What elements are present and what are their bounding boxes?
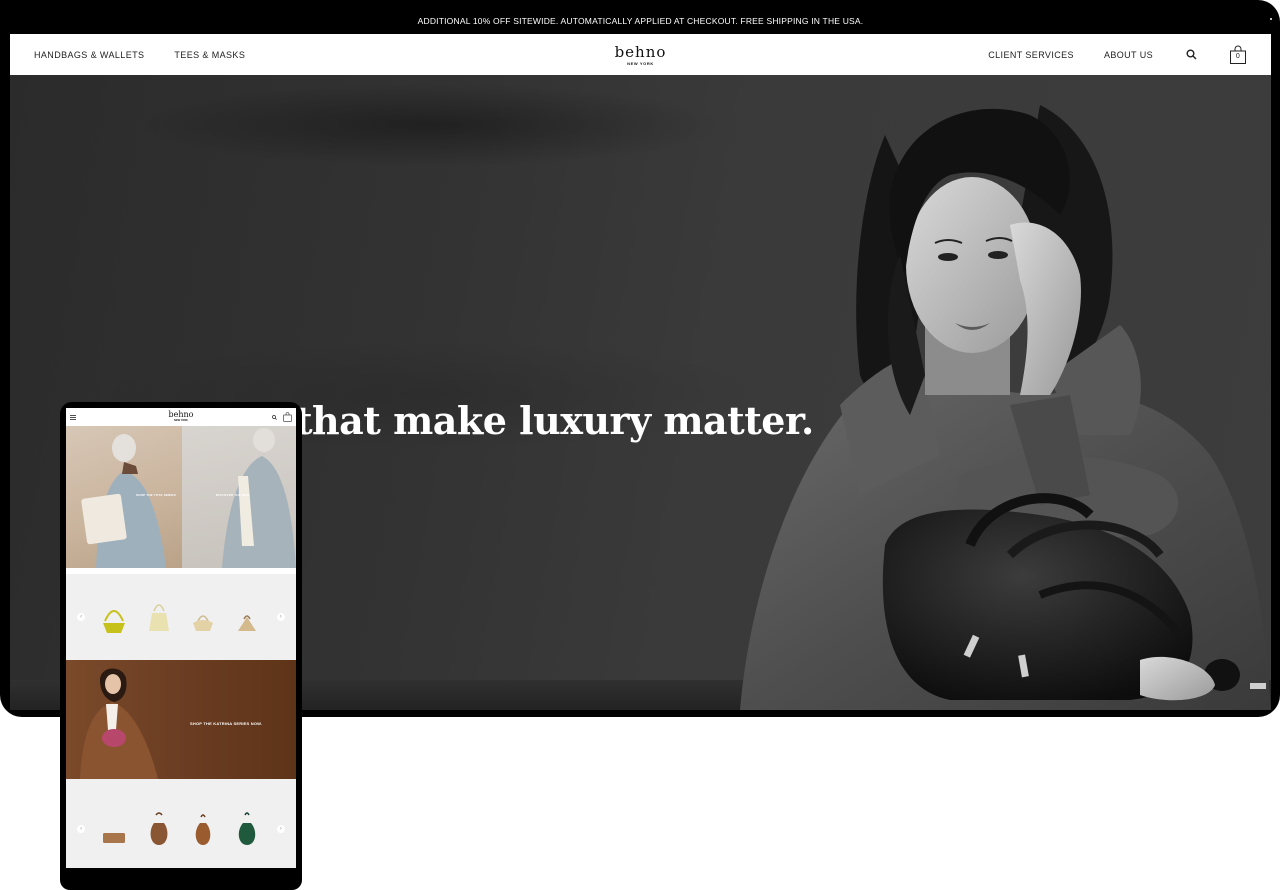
shopping-bag-icon[interactable]: 0 [1229,45,1247,64]
mobile-logo-subtitle: NEW YORK [174,419,188,422]
shopping-bag-icon[interactable] [283,412,292,422]
mobile-hero[interactable]: SHOP THE TOTE SERIES DISCOVER THE NEW [66,426,296,568]
product-bag-1[interactable] [99,597,129,637]
katrina-series-cta[interactable]: SHOP THE KATRINA SERIES NOW. [190,721,262,726]
secondary-nav: CLIENT SERVICES ABOUT US 0 [988,45,1247,64]
menu-icon[interactable] [70,414,76,420]
product-bag-4[interactable] [232,597,262,637]
mobile-product-carousel-2: ‹ › [66,779,296,868]
product-bag-3[interactable] [188,597,218,637]
hero-model-photo [740,105,1271,710]
mobile-hero-label-left: SHOP THE TOTE SERIES [136,493,176,497]
mobile-hero-right-photo: DISCOVER THE NEW [182,426,296,568]
nav-client-services[interactable]: CLIENT SERVICES [988,50,1074,60]
mobile-katrina-banner[interactable]: SHOP THE KATRINA SERIES NOW. [66,660,296,779]
product-drawstring-bag-3[interactable] [232,809,262,849]
nav-about-us[interactable]: ABOUT US [1104,50,1153,60]
mobile-frame: behno NEW YORK SHOP THE TOTE SERIES DISC… [60,402,302,890]
model-with-tote-photo [81,434,166,568]
primary-nav: HANDBAGS & WALLETS TEES & MASKS [34,50,245,60]
search-icon[interactable] [272,414,277,420]
carousel-prev-button[interactable]: ‹ [77,825,86,833]
logo-subtitle: NEW YORK [627,60,654,66]
product-drawstring-bag-1[interactable] [144,809,174,849]
carousel-next-button[interactable]: › [276,613,285,621]
model-back-view-photo [222,428,296,568]
cart-count: 0 [1235,52,1241,60]
product-bag-2[interactable] [144,597,174,637]
mobile-hero-label-right: DISCOVER THE NEW [216,493,250,497]
product-clutch[interactable] [99,809,129,849]
nav-tees-masks[interactable]: TEES & MASKS [174,50,245,60]
nav-handbags-wallets[interactable]: HANDBAGS & WALLETS [34,50,144,60]
mobile-hero-left-photo: SHOP THE TOTE SERIES [66,426,182,568]
product-drawstring-bag-2[interactable] [188,809,218,849]
brand-logo[interactable]: behno NEW YORK [615,44,667,66]
promo-text: ADDITIONAL 10% OFF SITEWIDE. AUTOMATICAL… [417,16,864,26]
mobile-header-actions [272,412,292,422]
mobile-screen: behno NEW YORK SHOP THE TOTE SERIES DISC… [66,408,296,868]
mobile-product-carousel-1: ‹ › [66,574,296,660]
logo-wordmark: behno [614,42,667,61]
mobile-logo-wordmark: behno [168,410,194,419]
site-header: HANDBAGS & WALLETS TEES & MASKS behno NE… [10,34,1271,75]
katrina-model-photo [80,668,158,779]
carousel-next-button[interactable]: › [276,825,285,833]
carousel-prev-button[interactable]: ‹ [77,613,86,621]
search-icon[interactable] [1183,46,1199,64]
promo-banner: ADDITIONAL 10% OFF SITEWIDE. AUTOMATICAL… [10,8,1271,34]
mobile-header: behno NEW YORK [66,408,296,426]
mobile-brand-logo[interactable]: behno NEW YORK [169,410,194,422]
camera-dot [1270,18,1272,20]
